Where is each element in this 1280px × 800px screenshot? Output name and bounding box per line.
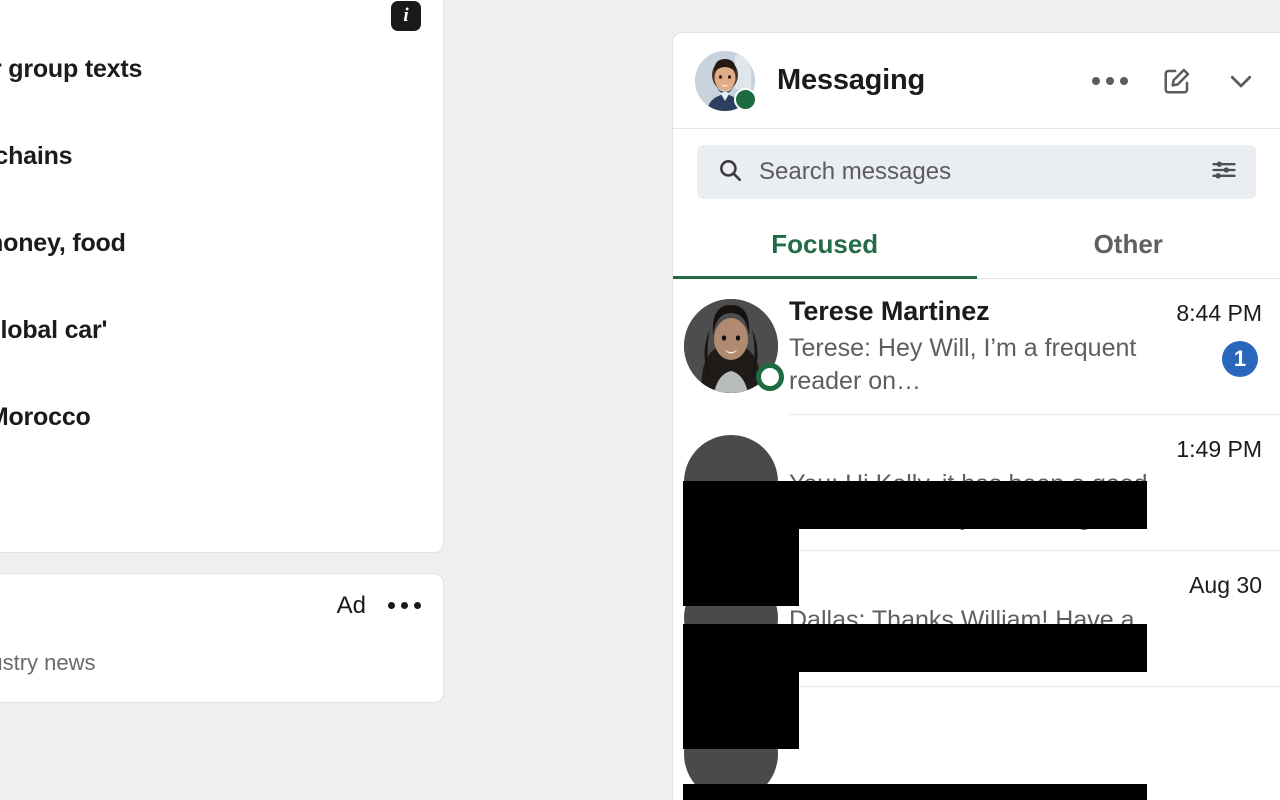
news-item[interactable]: arthquake hits Morocco 28 readers: [0, 402, 421, 463]
search-input[interactable]: [759, 158, 1210, 186]
avatar-image: [684, 435, 778, 529]
info-icon[interactable]: i: [391, 1, 421, 31]
news-item-readers: 1,309 readers: [0, 91, 421, 115]
avatar: [684, 435, 778, 529]
conversation-avatar-col: [673, 569, 789, 687]
news-item-headline: n dates waste money, food: [0, 228, 126, 257]
conversation-snippet: Terese: Hey Will, I’m a frequent reader …: [789, 334, 1137, 395]
news-card-header: News i: [0, 0, 421, 32]
avatar: [684, 707, 778, 800]
avatar-image: [684, 707, 778, 800]
conversation-top-line: [789, 705, 1262, 708]
news-item-headline: oad to a $25K 'global car': [0, 315, 108, 344]
news-card: News i se is coming for group texts 1,30…: [0, 0, 444, 553]
news-item[interactable]: se is coming for group texts 1,309 reade…: [0, 54, 421, 115]
page-title: Messaging: [777, 64, 926, 96]
messaging-header-actions: [1092, 66, 1256, 96]
conversation-row[interactable]: Aug 30 Dallas: Thanks William! Have a gr…: [673, 551, 1280, 687]
conversation-timestamp: 8:44 PM: [1176, 300, 1262, 326]
conversation-row[interactable]: Terese Martinez 8:44 PM Terese: Hey Will…: [673, 279, 1280, 415]
ad-text: latest jobs and industry news: [0, 649, 96, 675]
avatar: [684, 571, 778, 665]
conversation-avatar-col: [673, 297, 789, 415]
news-item-headline: arthquake hits Morocco: [0, 402, 91, 431]
news-item-headline: r plagues retail chains: [0, 141, 73, 170]
news-item-readers: ,204 readers: [0, 352, 421, 376]
conversation-body: [789, 705, 1280, 800]
news-item[interactable]: r plagues retail chains ,210 readers: [0, 141, 421, 202]
ad-label: Ad: [336, 591, 366, 619]
search-box[interactable]: [697, 145, 1256, 199]
conversation-body: Aug 30 Dallas: Thanks William! Have a gr…: [789, 569, 1280, 687]
news-item-readers: ,466 readers: [0, 265, 421, 289]
conversation-name: Terese Martinez: [789, 296, 990, 326]
conversation-snippet: Dallas: Thanks William! Have a great wee…: [789, 606, 1135, 667]
ellipsis-icon[interactable]: [388, 602, 421, 609]
ad-card: Ad latest jobs and industry news: [0, 572, 444, 703]
conversation-top-line: 1:49 PM: [789, 433, 1262, 463]
conversation-avatar-col: [673, 433, 789, 551]
conversation-body: 1:49 PM You: Hi Kelly, it has been a goo…: [789, 433, 1280, 551]
more-options-icon[interactable]: [1092, 76, 1128, 85]
conversation-list: Terese Martinez 8:44 PM Terese: Hey Will…: [673, 279, 1280, 800]
tab-other[interactable]: Other: [977, 213, 1280, 278]
news-item[interactable]: n dates waste money, food ,466 readers: [0, 228, 421, 289]
ad-card-header: Ad: [0, 592, 421, 620]
avatar: [684, 299, 784, 393]
conversation-top-line: Aug 30: [789, 569, 1262, 599]
messaging-header: Messaging: [673, 33, 1280, 129]
unread-count-badge: 1: [1222, 341, 1258, 377]
news-item[interactable]: oad to a $25K 'global car' ,204 readers: [0, 315, 421, 376]
conversation-top-line: Terese Martinez 8:44 PM: [789, 296, 1262, 327]
compose-message-icon[interactable]: [1162, 66, 1192, 96]
avatar-image: [684, 571, 778, 665]
online-status-indicator: [734, 87, 757, 111]
message-tabs: Focused Other: [673, 213, 1280, 279]
news-item-readers: 28 readers: [0, 439, 421, 463]
presence-ring-indicator: [756, 363, 784, 391]
tab-focused[interactable]: Focused: [673, 213, 977, 279]
conversation-row[interactable]: 1:49 PM You: Hi Kelly, it has been a goo…: [673, 415, 1280, 551]
chevron-down-icon[interactable]: [1226, 66, 1256, 96]
conversation-body: Terese Martinez 8:44 PM Terese: Hey Will…: [789, 296, 1280, 415]
avatar[interactable]: [695, 50, 757, 111]
conversation-avatar-col: [673, 705, 789, 800]
search-area: [673, 129, 1280, 213]
conversation-timestamp: 1:49 PM: [1176, 436, 1262, 462]
screen-root: News i se is coming for group texts 1,30…: [0, 0, 1280, 800]
messaging-panel: Messaging Search messages Focused Other …: [672, 32, 1280, 800]
news-item-headline: se is coming for group texts: [0, 54, 143, 83]
filter-sliders-icon[interactable]: [1210, 156, 1238, 189]
conversation-snippet: You: Hi Kelly, it has been a good summer…: [789, 470, 1148, 531]
conversation-row[interactable]: [673, 687, 1280, 800]
conversation-timestamp: Aug 30: [1189, 572, 1262, 598]
search-icon: [717, 157, 743, 188]
left-rail: News i se is coming for group texts 1,30…: [0, 0, 444, 703]
news-item-readers: ,210 readers: [0, 178, 421, 202]
